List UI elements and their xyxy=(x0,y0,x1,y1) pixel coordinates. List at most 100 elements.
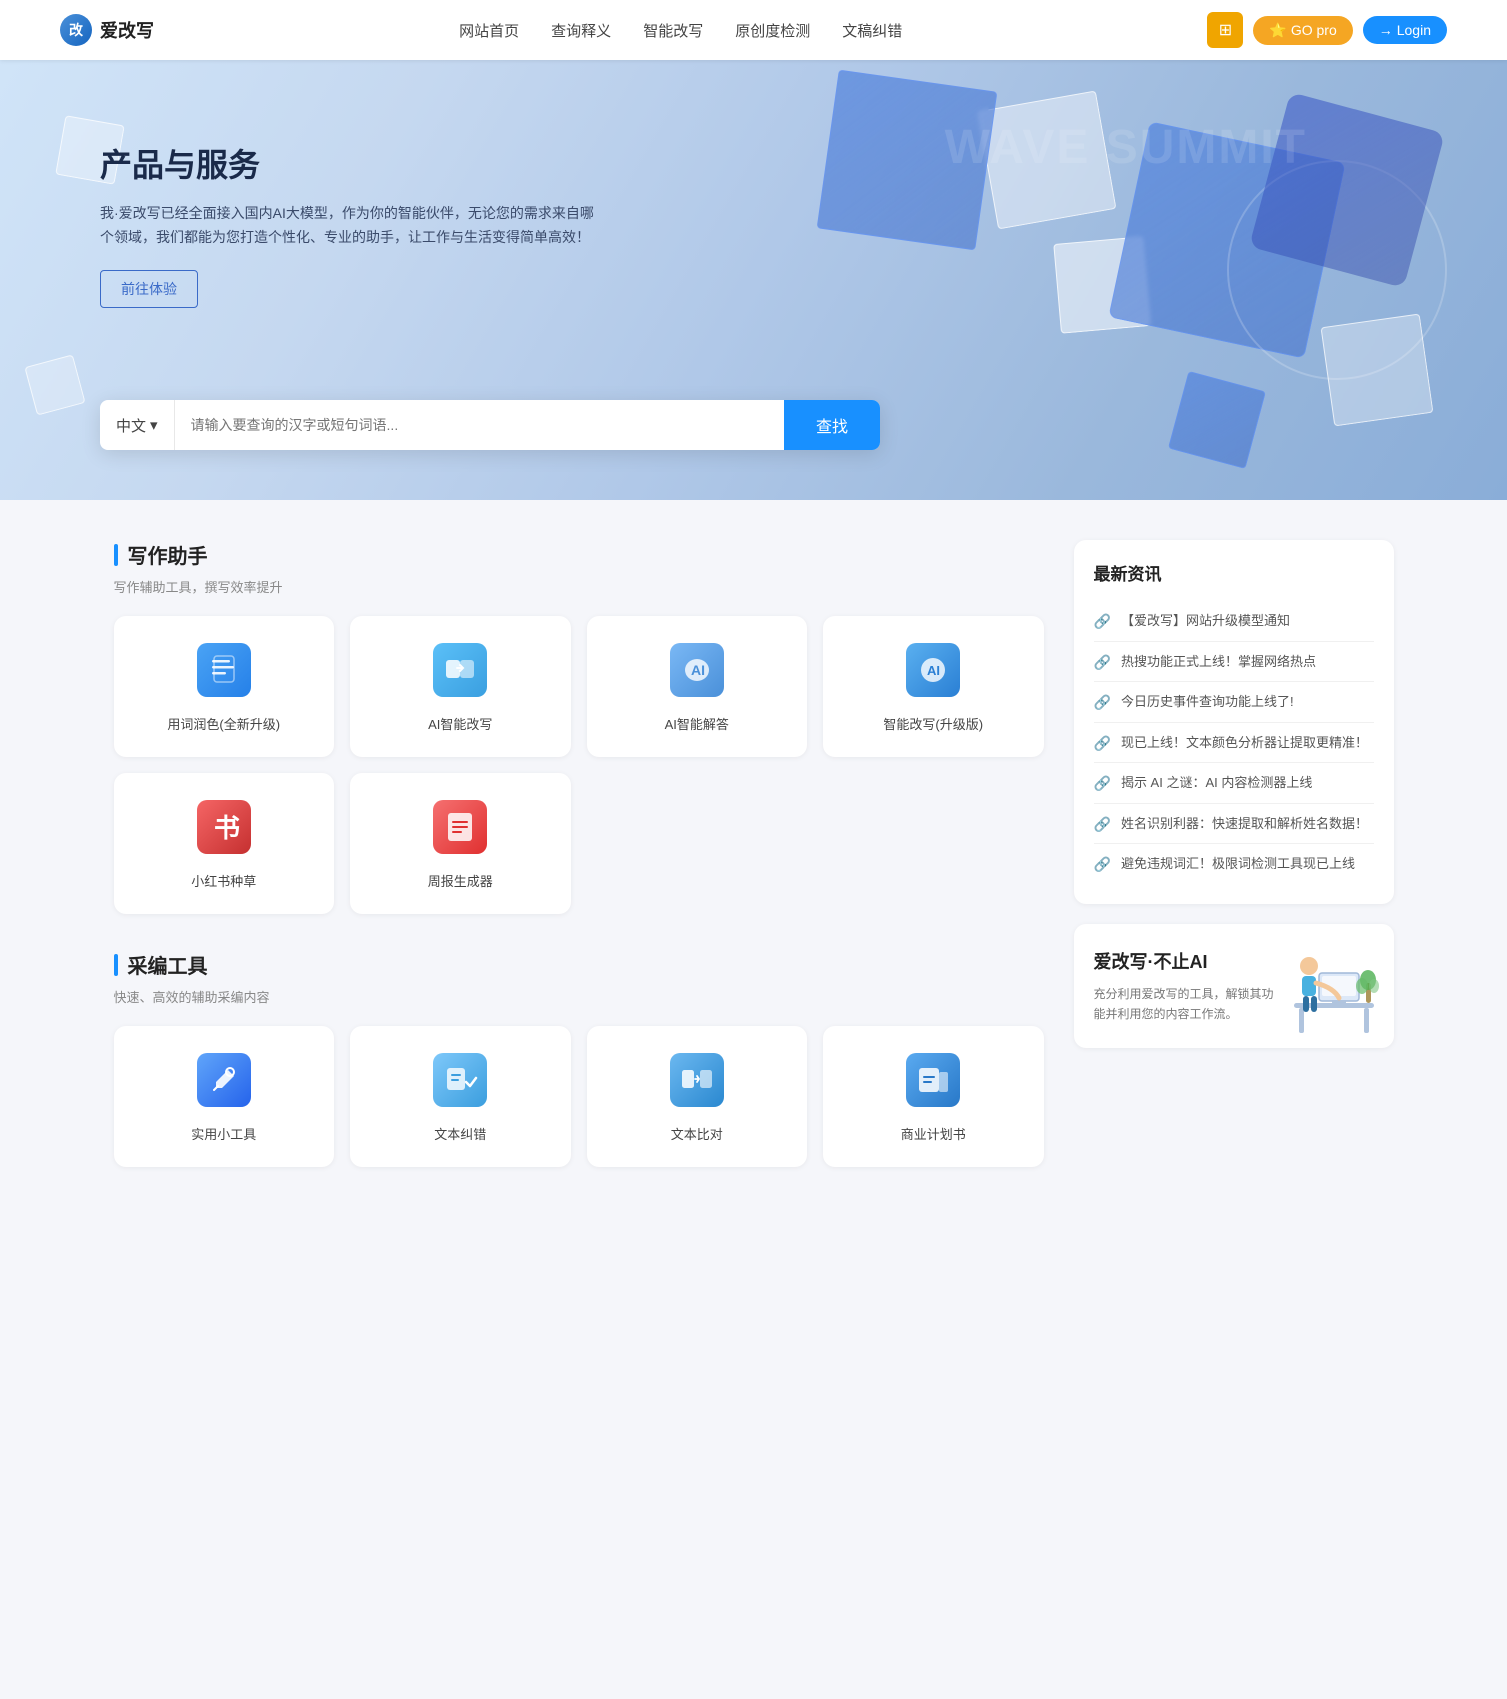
promo-figure xyxy=(1284,938,1384,1038)
search-button[interactable]: 查找 xyxy=(784,400,880,450)
try-button[interactable]: 前往体验 xyxy=(100,270,198,308)
ai-answer-label: AI智能解答 xyxy=(665,714,729,733)
business-plan-label: 商业计划书 xyxy=(901,1124,966,1143)
news-text-6: 避免违规词汇！极限词检测工具现已上线 xyxy=(1121,854,1355,874)
hero-title: 产品与服务 xyxy=(100,140,600,186)
search-bar: 中文 查找 xyxy=(100,400,880,450)
text-compare-icon xyxy=(667,1050,727,1110)
grid-icon: ⊞ xyxy=(1219,20,1232,40)
smart-rewrite-label: 智能改写(升级版) xyxy=(883,714,983,733)
news-item-5[interactable]: 🔗 姓名识别利器：快速提取和解析姓名数据！ xyxy=(1094,804,1374,845)
link-icon-5: 🔗 xyxy=(1094,816,1111,833)
writing-section-title: 写作助手 xyxy=(114,540,1044,569)
news-text-1: 热搜功能正式上线！掌握网络热点 xyxy=(1121,652,1316,672)
smart-rewrite-icon: AI xyxy=(903,640,963,700)
nav-check[interactable]: 原创度检测 xyxy=(735,20,810,41)
logo-text: 爱改写 xyxy=(100,17,154,43)
news-item-1[interactable]: 🔗 热搜功能正式上线！掌握网络热点 xyxy=(1094,642,1374,683)
link-icon-4: 🔗 xyxy=(1094,775,1111,792)
search-input[interactable] xyxy=(175,400,784,450)
svg-text:AI: AI xyxy=(927,663,940,678)
svg-text:AI: AI xyxy=(691,662,705,678)
caipian-section-bar xyxy=(114,954,118,976)
login-icon: → xyxy=(1379,22,1393,38)
person-illustration xyxy=(1284,928,1384,1038)
news-card: 最新资讯 🔗 【爱改写】网站升级模型通知 🔗 热搜功能正式上线！掌握网络热点 🔗… xyxy=(1074,540,1394,904)
link-icon-3: 🔗 xyxy=(1094,735,1111,752)
link-icon-1: 🔗 xyxy=(1094,654,1111,671)
tool-text-check[interactable]: 文本纠错 xyxy=(350,1026,571,1167)
svg-text:书: 书 xyxy=(214,813,240,843)
tool-word-polish[interactable]: 用词润色(全新升级) xyxy=(114,616,335,757)
header-actions: ⊞ ⭐ GO pro → Login xyxy=(1207,12,1447,48)
text-check-icon xyxy=(430,1050,490,1110)
news-text-0: 【爱改写】网站升级模型通知 xyxy=(1121,611,1290,631)
tool-weekly[interactable]: 周报生成器 xyxy=(350,773,571,914)
news-text-2: 今日历史事件查询功能上线了! xyxy=(1121,692,1294,712)
login-button[interactable]: → Login xyxy=(1363,16,1447,44)
weekly-label: 周报生成器 xyxy=(428,871,493,890)
word-polish-label: 用词润色(全新升级) xyxy=(167,714,280,733)
tool-smart-rewrite[interactable]: AI 智能改写(升级版) xyxy=(823,616,1044,757)
tool-ai-answer[interactable]: AI AI智能解答 xyxy=(587,616,808,757)
business-plan-icon xyxy=(903,1050,963,1110)
link-icon-6: 🔗 xyxy=(1094,856,1111,873)
promo-subtitle: 充分利用爱改写的工具，解锁其功能并利用您的内容工作流。 xyxy=(1094,984,1274,1025)
news-item-6[interactable]: 🔗 避免违规词汇！极限词检测工具现已上线 xyxy=(1094,844,1374,884)
header: 改 爱改写 网站首页 查询释义 智能改写 原创度检测 文稿纠错 ⊞ ⭐ GO p… xyxy=(0,0,1507,60)
link-icon-2: 🔗 xyxy=(1094,694,1111,711)
news-text-4: 揭示 AI 之谜：AI 内容检测器上线 xyxy=(1121,773,1312,793)
word-polish-icon xyxy=(194,640,254,700)
xiaohongshu-icon: 书 xyxy=(194,797,254,857)
tool-business-plan[interactable]: 商业计划书 xyxy=(823,1026,1044,1167)
main-nav: 网站首页 查询释义 智能改写 原创度检测 文稿纠错 xyxy=(459,20,902,41)
tool-text-compare[interactable]: 文本比对 xyxy=(587,1026,808,1167)
writing-subtitle: 写作辅助工具，撰写效率提升 xyxy=(114,577,1044,596)
tool-xiaohongshu[interactable]: 书 小红书种草 xyxy=(114,773,335,914)
text-compare-label: 文本比对 xyxy=(671,1124,723,1143)
tool-small-tools[interactable]: 实用小工具 xyxy=(114,1026,335,1167)
logo[interactable]: 改 爱改写 xyxy=(60,14,154,46)
writing-section: 写作助手 写作辅助工具，撰写效率提升 xyxy=(114,540,1044,914)
main-content: 写作助手 写作辅助工具，撰写效率提升 xyxy=(54,500,1454,1243)
hero-content: 产品与服务 我·爱改写已经全面接入国内AI大模型，作为你的智能伙伴，无论您的需求… xyxy=(100,140,600,308)
left-panel: 写作助手 写作辅助工具，撰写效率提升 xyxy=(114,540,1044,1203)
writing-tools-grid: 用词润色(全新升级) AI智能改写 xyxy=(114,616,1044,914)
nav-proofread[interactable]: 文稿纠错 xyxy=(842,20,902,41)
go-pro-button[interactable]: ⭐ GO pro xyxy=(1253,16,1352,45)
news-text-3: 现已上线！文本颜色分析器让提取更精准！ xyxy=(1121,733,1368,753)
tool-ai-rewrite[interactable]: AI智能改写 xyxy=(350,616,571,757)
small-tools-icon xyxy=(194,1050,254,1110)
caipian-subtitle: 快速、高效的辅助采编内容 xyxy=(114,987,1044,1006)
xiaohongshu-label: 小红书种草 xyxy=(191,871,256,890)
caipian-tools-grid: 实用小工具 文本纠错 xyxy=(114,1026,1044,1167)
grid-button[interactable]: ⊞ xyxy=(1207,12,1243,48)
news-title: 最新资讯 xyxy=(1094,560,1374,585)
hero-banner: WAVE SUMMIT 产品与服务 我·爱改写已经全面接入国内AI大模型，作为你… xyxy=(0,60,1507,500)
hero-deco-text: WAVE SUMMIT xyxy=(945,120,1307,175)
news-item-0[interactable]: 🔗 【爱改写】网站升级模型通知 xyxy=(1094,601,1374,642)
logo-icon: 改 xyxy=(60,14,92,46)
caipian-section: 采编工具 快速、高效的辅助采编内容 实用小工 xyxy=(114,950,1044,1167)
ai-rewrite-icon xyxy=(430,640,490,700)
promo-card: 爱改写·不止AI 充分利用爱改写的工具，解锁其功能并利用您的内容工作流。 xyxy=(1074,924,1394,1049)
link-icon-0: 🔗 xyxy=(1094,613,1111,630)
nav-rewrite[interactable]: 智能改写 xyxy=(643,20,703,41)
chevron-down-icon xyxy=(150,416,158,434)
news-text-5: 姓名识别利器：快速提取和解析姓名数据！ xyxy=(1121,814,1368,834)
go-pro-icon: ⭐ xyxy=(1269,22,1286,39)
small-tools-label: 实用小工具 xyxy=(191,1124,256,1143)
nav-lookup[interactable]: 查询释义 xyxy=(551,20,611,41)
caipian-section-title: 采编工具 xyxy=(114,950,1044,979)
ai-rewrite-label: AI智能改写 xyxy=(428,714,492,733)
hero-subtitle: 我·爱改写已经全面接入国内AI大模型，作为你的智能伙伴，无论您的需求来自哪个领域… xyxy=(100,202,600,250)
ai-answer-icon: AI xyxy=(667,640,727,700)
news-item-4[interactable]: 🔗 揭示 AI 之谜：AI 内容检测器上线 xyxy=(1094,763,1374,804)
section-bar xyxy=(114,544,118,566)
language-selector[interactable]: 中文 xyxy=(100,400,175,450)
news-item-2[interactable]: 🔗 今日历史事件查询功能上线了! xyxy=(1094,682,1374,723)
weekly-icon xyxy=(430,797,490,857)
nav-home[interactable]: 网站首页 xyxy=(459,20,519,41)
news-item-3[interactable]: 🔗 现已上线！文本颜色分析器让提取更精准！ xyxy=(1094,723,1374,764)
text-check-label: 文本纠错 xyxy=(434,1124,486,1143)
